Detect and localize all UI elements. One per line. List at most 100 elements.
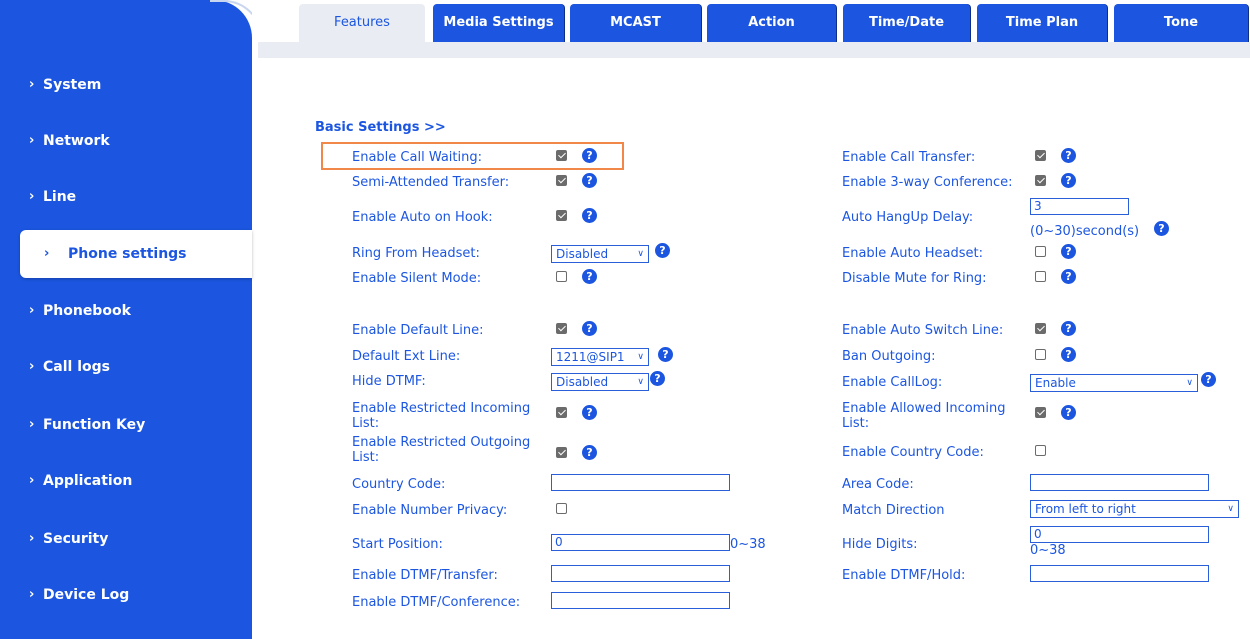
checkbox-enable-auto-headset[interactable] xyxy=(1035,246,1046,257)
dtmf-hold-input[interactable] xyxy=(1030,565,1209,582)
chevron-down-icon: ∨ xyxy=(1186,378,1193,388)
chevron-right-icon: › xyxy=(44,246,50,261)
sidebar-item-application[interactable]: › Application xyxy=(0,466,252,496)
help-icon[interactable]: ? xyxy=(1061,148,1076,163)
sidebar-item-line[interactable]: › Line xyxy=(0,182,252,212)
start-position-input[interactable]: 0 xyxy=(551,534,730,551)
label-country-code: Country Code: xyxy=(352,477,446,492)
help-icon[interactable]: ? xyxy=(582,208,597,223)
label-line: List: xyxy=(352,416,380,431)
dtmf-conference-input[interactable] xyxy=(551,592,730,609)
label-auto-hangup-delay: Auto HangUp Delay: xyxy=(842,210,974,225)
sidebar-item-call-logs[interactable]: › Call logs xyxy=(0,352,252,382)
checkbox-enable-default-line[interactable] xyxy=(556,323,567,334)
help-icon[interactable]: ? xyxy=(1061,347,1076,362)
label-enable-calllog: Enable CallLog: xyxy=(842,375,943,390)
select-value: 1211@SIP1 xyxy=(556,350,625,364)
auto-hangup-delay-input[interactable]: 3 xyxy=(1030,198,1129,215)
tab-underband xyxy=(258,42,1250,58)
label-ring-from-headset: Ring From Headset: xyxy=(352,246,480,261)
tab-mcast[interactable]: MCAST xyxy=(570,4,701,42)
hide-digits-input[interactable]: 0 xyxy=(1030,526,1209,543)
checkbox-enable-number-privacy[interactable] xyxy=(556,503,567,514)
sidebar-item-label: Function Key xyxy=(43,417,146,433)
tab-features[interactable]: Features xyxy=(299,4,425,42)
dtmf-transfer-input[interactable] xyxy=(551,565,730,582)
select-value: Disabled xyxy=(556,247,609,261)
select-ring-from-headset[interactable]: Disabled ∨ xyxy=(551,245,649,263)
tab-action[interactable]: Action xyxy=(707,4,836,42)
checkbox-enable-allowed-incoming[interactable] xyxy=(1035,407,1046,418)
chevron-right-icon: › xyxy=(29,133,35,148)
help-icon[interactable]: ? xyxy=(582,269,597,284)
help-icon[interactable]: ? xyxy=(582,321,597,336)
help-icon[interactable]: ? xyxy=(1061,269,1076,284)
checkbox-enable-call-transfer[interactable] xyxy=(1035,150,1046,161)
select-enable-calllog[interactable]: Enable ∨ xyxy=(1030,374,1198,392)
sidebar-item-network[interactable]: › Network xyxy=(0,126,252,156)
help-icon[interactable]: ? xyxy=(650,371,665,386)
checkbox-enable-restricted-incoming[interactable] xyxy=(556,407,567,418)
help-icon[interactable]: ? xyxy=(1061,244,1076,259)
checkbox-enable-auto-switch-line[interactable] xyxy=(1035,323,1046,334)
label-default-ext-line: Default Ext Line: xyxy=(352,349,461,364)
select-hide-dtmf[interactable]: Disabled ∨ xyxy=(551,373,649,391)
sidebar-item-phone-settings[interactable]: › Phone settings xyxy=(20,230,252,278)
sidebar-nav: › System › Network › Line › Phone settings ›… xyxy=(0,0,252,639)
select-match-direction[interactable]: From left to right ∨ xyxy=(1030,500,1239,518)
label-enable-auto-switch-line: Enable Auto Switch Line: xyxy=(842,323,1004,338)
checkbox-enable-restricted-outgoing[interactable] xyxy=(556,447,567,458)
help-icon[interactable]: ? xyxy=(655,243,670,258)
checkbox-semi-attended-transfer[interactable] xyxy=(556,175,567,186)
help-icon[interactable]: ? xyxy=(1061,173,1076,188)
label-enable-number-privacy: Enable Number Privacy: xyxy=(352,503,508,518)
label-line: Enable Restricted Outgoing xyxy=(352,435,531,450)
checkbox-enable-auto-on-hook[interactable] xyxy=(556,210,567,221)
checkbox-enable-country-code[interactable] xyxy=(1035,445,1046,456)
auto-hangup-delay-unit: (0~30)second(s) xyxy=(1030,224,1140,239)
tab-time-plan[interactable]: Time Plan xyxy=(977,4,1107,42)
area-code-input[interactable] xyxy=(1030,474,1209,491)
help-icon[interactable]: ? xyxy=(582,148,597,163)
sidebar-item-system[interactable]: › System xyxy=(0,70,252,100)
country-code-input[interactable] xyxy=(551,474,730,491)
help-icon[interactable]: ? xyxy=(582,405,597,420)
checkbox-disable-mute-for-ring[interactable] xyxy=(1035,271,1046,282)
tab-time-date[interactable]: Time/Date xyxy=(843,4,970,42)
label-enable-call-transfer: Enable Call Transfer: xyxy=(842,150,976,165)
sidebar-item-phonebook[interactable]: › Phonebook xyxy=(0,296,252,326)
label-enable-silent-mode: Enable Silent Mode: xyxy=(352,271,482,286)
checkbox-enable-call-waiting[interactable] xyxy=(556,150,567,161)
sidebar-item-security[interactable]: › Security xyxy=(0,524,252,554)
tab-media-settings[interactable]: Media Settings xyxy=(433,4,564,42)
help-icon[interactable]: ? xyxy=(658,347,673,362)
chevron-down-icon: ∨ xyxy=(1227,504,1234,514)
help-icon[interactable]: ? xyxy=(1201,372,1216,387)
label-area-code: Area Code: xyxy=(842,477,914,492)
label-line: Enable Restricted Incoming xyxy=(352,401,531,416)
label-enable-dtmf-transfer: Enable DTMF/Transfer: xyxy=(352,568,498,583)
label-ban-outgoing: Ban Outgoing: xyxy=(842,349,936,364)
sidebar-item-label: Network xyxy=(43,133,110,149)
label-enable-restricted-outgoing: Enable Restricted Outgoing List: xyxy=(352,435,530,465)
label-match-direction: Match Direction xyxy=(842,503,945,518)
checkbox-enable-3-way-conference[interactable] xyxy=(1035,175,1046,186)
sidebar-item-label: System xyxy=(43,77,102,93)
sidebar-item-function-key[interactable]: › Function Key xyxy=(0,410,252,440)
checkbox-ban-outgoing[interactable] xyxy=(1035,349,1046,360)
select-default-ext-line[interactable]: 1211@SIP1 ∨ xyxy=(551,348,649,366)
label-enable-auto-headset: Enable Auto Headset: xyxy=(842,246,983,261)
help-icon[interactable]: ? xyxy=(1061,405,1076,420)
label-enable-restricted-incoming: Enable Restricted Incoming List: xyxy=(352,401,530,431)
help-icon[interactable]: ? xyxy=(582,445,597,460)
label-enable-default-line: Enable Default Line: xyxy=(352,323,484,338)
help-icon[interactable]: ? xyxy=(1154,221,1169,236)
checkbox-enable-silent-mode[interactable] xyxy=(556,271,567,282)
section-title: Basic Settings >> xyxy=(315,120,446,135)
tab-tone[interactable]: Tone xyxy=(1114,4,1248,42)
help-icon[interactable]: ? xyxy=(582,173,597,188)
help-icon[interactable]: ? xyxy=(1061,321,1076,336)
chevron-right-icon: › xyxy=(29,303,35,318)
sidebar-item-device-log[interactable]: › Device Log xyxy=(0,580,252,610)
chevron-down-icon: ∨ xyxy=(637,377,644,387)
